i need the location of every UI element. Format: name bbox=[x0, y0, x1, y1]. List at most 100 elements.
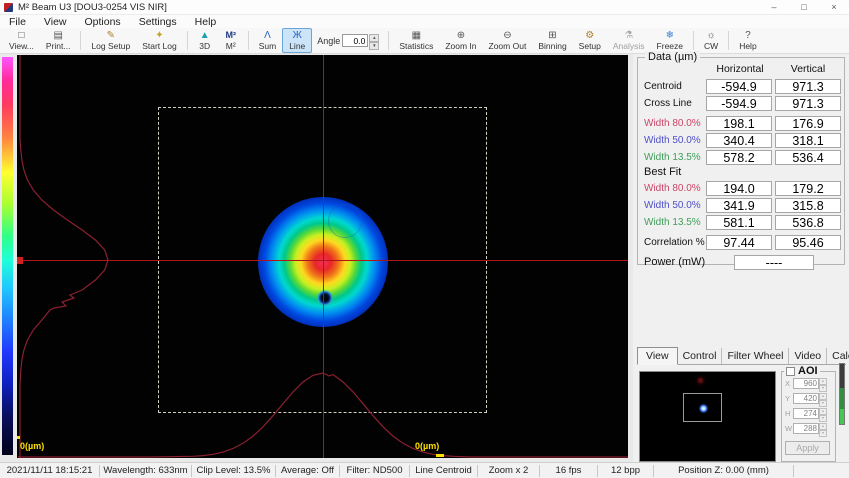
correlation-v-value: 95.46 bbox=[775, 235, 841, 250]
menu-bar: File View Options Settings Help bbox=[0, 15, 849, 28]
fit-width80-v-value: 179.2 bbox=[775, 181, 841, 196]
main-area: 0(µm) 0(µm) Data (µm) Horizontal Vertica… bbox=[0, 54, 849, 462]
zoom-in-button[interactable]: ⊕ Zoom In bbox=[439, 28, 482, 53]
aoi-apply-button[interactable]: Apply bbox=[785, 441, 830, 455]
minimize-button[interactable]: – bbox=[759, 0, 789, 15]
preview-beam-dot bbox=[699, 404, 708, 413]
fit-width135-h-value: 581.1 bbox=[706, 215, 772, 230]
menu-help[interactable]: Help bbox=[186, 16, 226, 28]
menu-view[interactable]: View bbox=[35, 16, 76, 28]
status-bpp: 12 bpp bbox=[598, 465, 654, 477]
fit-width80-h-value: 194.0 bbox=[706, 181, 772, 196]
best-fit-label: Best Fit bbox=[640, 166, 846, 180]
toolbar-separator bbox=[693, 31, 694, 50]
aoi-y-field[interactable]: 420 bbox=[793, 393, 819, 404]
aoi-h-field[interactable]: 274 bbox=[793, 408, 819, 419]
status-bar: 2021/11/11 18:15:21 Wavelength: 633nm Cl… bbox=[0, 462, 849, 478]
crosshair-vertical[interactable] bbox=[323, 55, 324, 458]
angle-group: Angle ▲▼ bbox=[312, 28, 384, 53]
table-row: Centroid -594.9 971.3 bbox=[640, 78, 846, 94]
tab-calculation[interactable]: Calculation bbox=[827, 348, 849, 364]
status-zoom: Zoom x 2 bbox=[478, 465, 540, 477]
freeze-button[interactable]: ❄ Freeze bbox=[651, 28, 689, 53]
angle-input[interactable] bbox=[342, 34, 368, 47]
3d-button[interactable]: ▲ 3D bbox=[192, 28, 218, 53]
zoom-out-button[interactable]: ⊖ Zoom Out bbox=[483, 28, 533, 53]
tab-control[interactable]: Control bbox=[678, 348, 723, 364]
menu-options[interactable]: Options bbox=[76, 16, 130, 28]
setup-button[interactable]: ⚙ Setup bbox=[573, 28, 607, 53]
crosshair-horizontal[interactable] bbox=[17, 260, 628, 261]
aoi-label: AOI bbox=[798, 365, 818, 377]
power-value: ---- bbox=[734, 255, 814, 270]
aoi-h-spinner[interactable]: ▲▼ bbox=[819, 408, 827, 419]
status-datetime: 2021/11/11 18:15:21 bbox=[0, 465, 100, 477]
status-wavelength: Wavelength: 633nm bbox=[100, 465, 192, 477]
analysis-button[interactable]: ⚗ Analysis bbox=[607, 28, 651, 53]
centroid-left-marker bbox=[17, 257, 23, 264]
line-icon: Ж bbox=[293, 30, 302, 41]
h-axis-tick bbox=[436, 454, 444, 457]
camera-preview[interactable] bbox=[639, 371, 776, 462]
preview-red-artifact bbox=[698, 378, 703, 383]
binning-button[interactable]: ⊞ Binning bbox=[532, 28, 572, 53]
table-row: Width 13.5% 578.2 536.4 bbox=[640, 149, 846, 165]
table-row: Cross Line -594.9 971.3 bbox=[640, 95, 846, 111]
toolbar-separator bbox=[388, 31, 389, 50]
power-label: Power (mW) bbox=[644, 256, 706, 268]
table-row: Width 80.0% 198.1 176.9 bbox=[640, 115, 846, 131]
cw-button[interactable]: ☼ CW bbox=[698, 28, 724, 53]
help-button[interactable]: ? Help bbox=[733, 28, 762, 53]
table-row: Width 50.0% 340.4 318.1 bbox=[640, 132, 846, 148]
freeze-icon: ❄ bbox=[666, 30, 674, 41]
menu-file[interactable]: File bbox=[0, 16, 35, 28]
aoi-checkbox[interactable] bbox=[786, 367, 795, 376]
aoi-x-field[interactable]: 960 bbox=[793, 378, 819, 389]
width135-h-value: 578.2 bbox=[706, 150, 772, 165]
statistics-button[interactable]: ▦ Statistics bbox=[393, 28, 439, 53]
close-button[interactable]: × bbox=[819, 0, 849, 15]
print-button[interactable]: ▤ Print... bbox=[40, 28, 77, 53]
angle-spinner[interactable]: ▲▼ bbox=[369, 34, 379, 47]
beam-display[interactable]: 0(µm) 0(µm) bbox=[17, 55, 628, 458]
toolbar: □ View... ▤ Print... ✎ Log Setup ✦ Start… bbox=[0, 28, 849, 54]
aoi-w-spinner[interactable]: ▲▼ bbox=[819, 423, 827, 434]
table-row: Width 80.0% 194.0 179.2 bbox=[640, 180, 846, 196]
m2-button[interactable]: M² M² bbox=[218, 28, 244, 53]
menu-settings[interactable]: Settings bbox=[130, 16, 186, 28]
line-button[interactable]: Ж Line bbox=[282, 28, 312, 53]
print-icon: ▤ bbox=[53, 30, 62, 41]
view-button[interactable]: □ View... bbox=[3, 28, 40, 53]
help-icon: ? bbox=[745, 30, 751, 41]
3d-icon: ▲ bbox=[200, 30, 210, 41]
tab-video[interactable]: Video bbox=[789, 348, 827, 364]
toolbar-separator bbox=[187, 31, 188, 50]
start-log-icon: ✦ bbox=[155, 30, 163, 41]
tab-filter-wheel[interactable]: Filter Wheel bbox=[722, 348, 789, 364]
aoi-x-spinner[interactable]: ▲▼ bbox=[819, 378, 827, 389]
angle-label: Angle bbox=[317, 36, 340, 46]
start-log-button[interactable]: ✦ Start Log bbox=[136, 28, 183, 53]
column-header-vertical: Vertical bbox=[774, 63, 842, 75]
table-row: Width 50.0% 341.9 315.8 bbox=[640, 197, 846, 213]
v-axis-origin-label: 0(µm) bbox=[20, 441, 44, 451]
app-icon bbox=[4, 3, 13, 12]
aoi-y-spinner[interactable]: ▲▼ bbox=[819, 393, 827, 404]
centroid-v-value: 971.3 bbox=[775, 79, 841, 94]
fit-width50-v-value: 315.8 bbox=[775, 198, 841, 213]
title-bar: M² Beam U3 [DOU3-0254 VIS NIR] – □ × bbox=[0, 0, 849, 15]
centroid-h-value: -594.9 bbox=[706, 79, 772, 94]
aoi-w-field[interactable]: 288 bbox=[793, 423, 819, 434]
status-clip-level: Clip Level: 13.5% bbox=[192, 465, 276, 477]
status-average: Average: Off bbox=[276, 465, 340, 477]
sum-icon: Λ bbox=[264, 30, 271, 41]
right-panel: Data (µm) Horizontal Vertical Centroid -… bbox=[633, 54, 849, 462]
log-setup-button[interactable]: ✎ Log Setup bbox=[85, 28, 136, 53]
log-setup-icon: ✎ bbox=[107, 30, 115, 41]
tab-view[interactable]: View bbox=[637, 347, 678, 365]
status-position-z: Position Z: 0.00 (mm) bbox=[654, 465, 794, 477]
maximize-button[interactable]: □ bbox=[789, 0, 819, 15]
sum-button[interactable]: Λ Sum bbox=[253, 28, 282, 53]
width80-h-value: 198.1 bbox=[706, 116, 772, 131]
gain-slider[interactable] bbox=[839, 363, 845, 425]
